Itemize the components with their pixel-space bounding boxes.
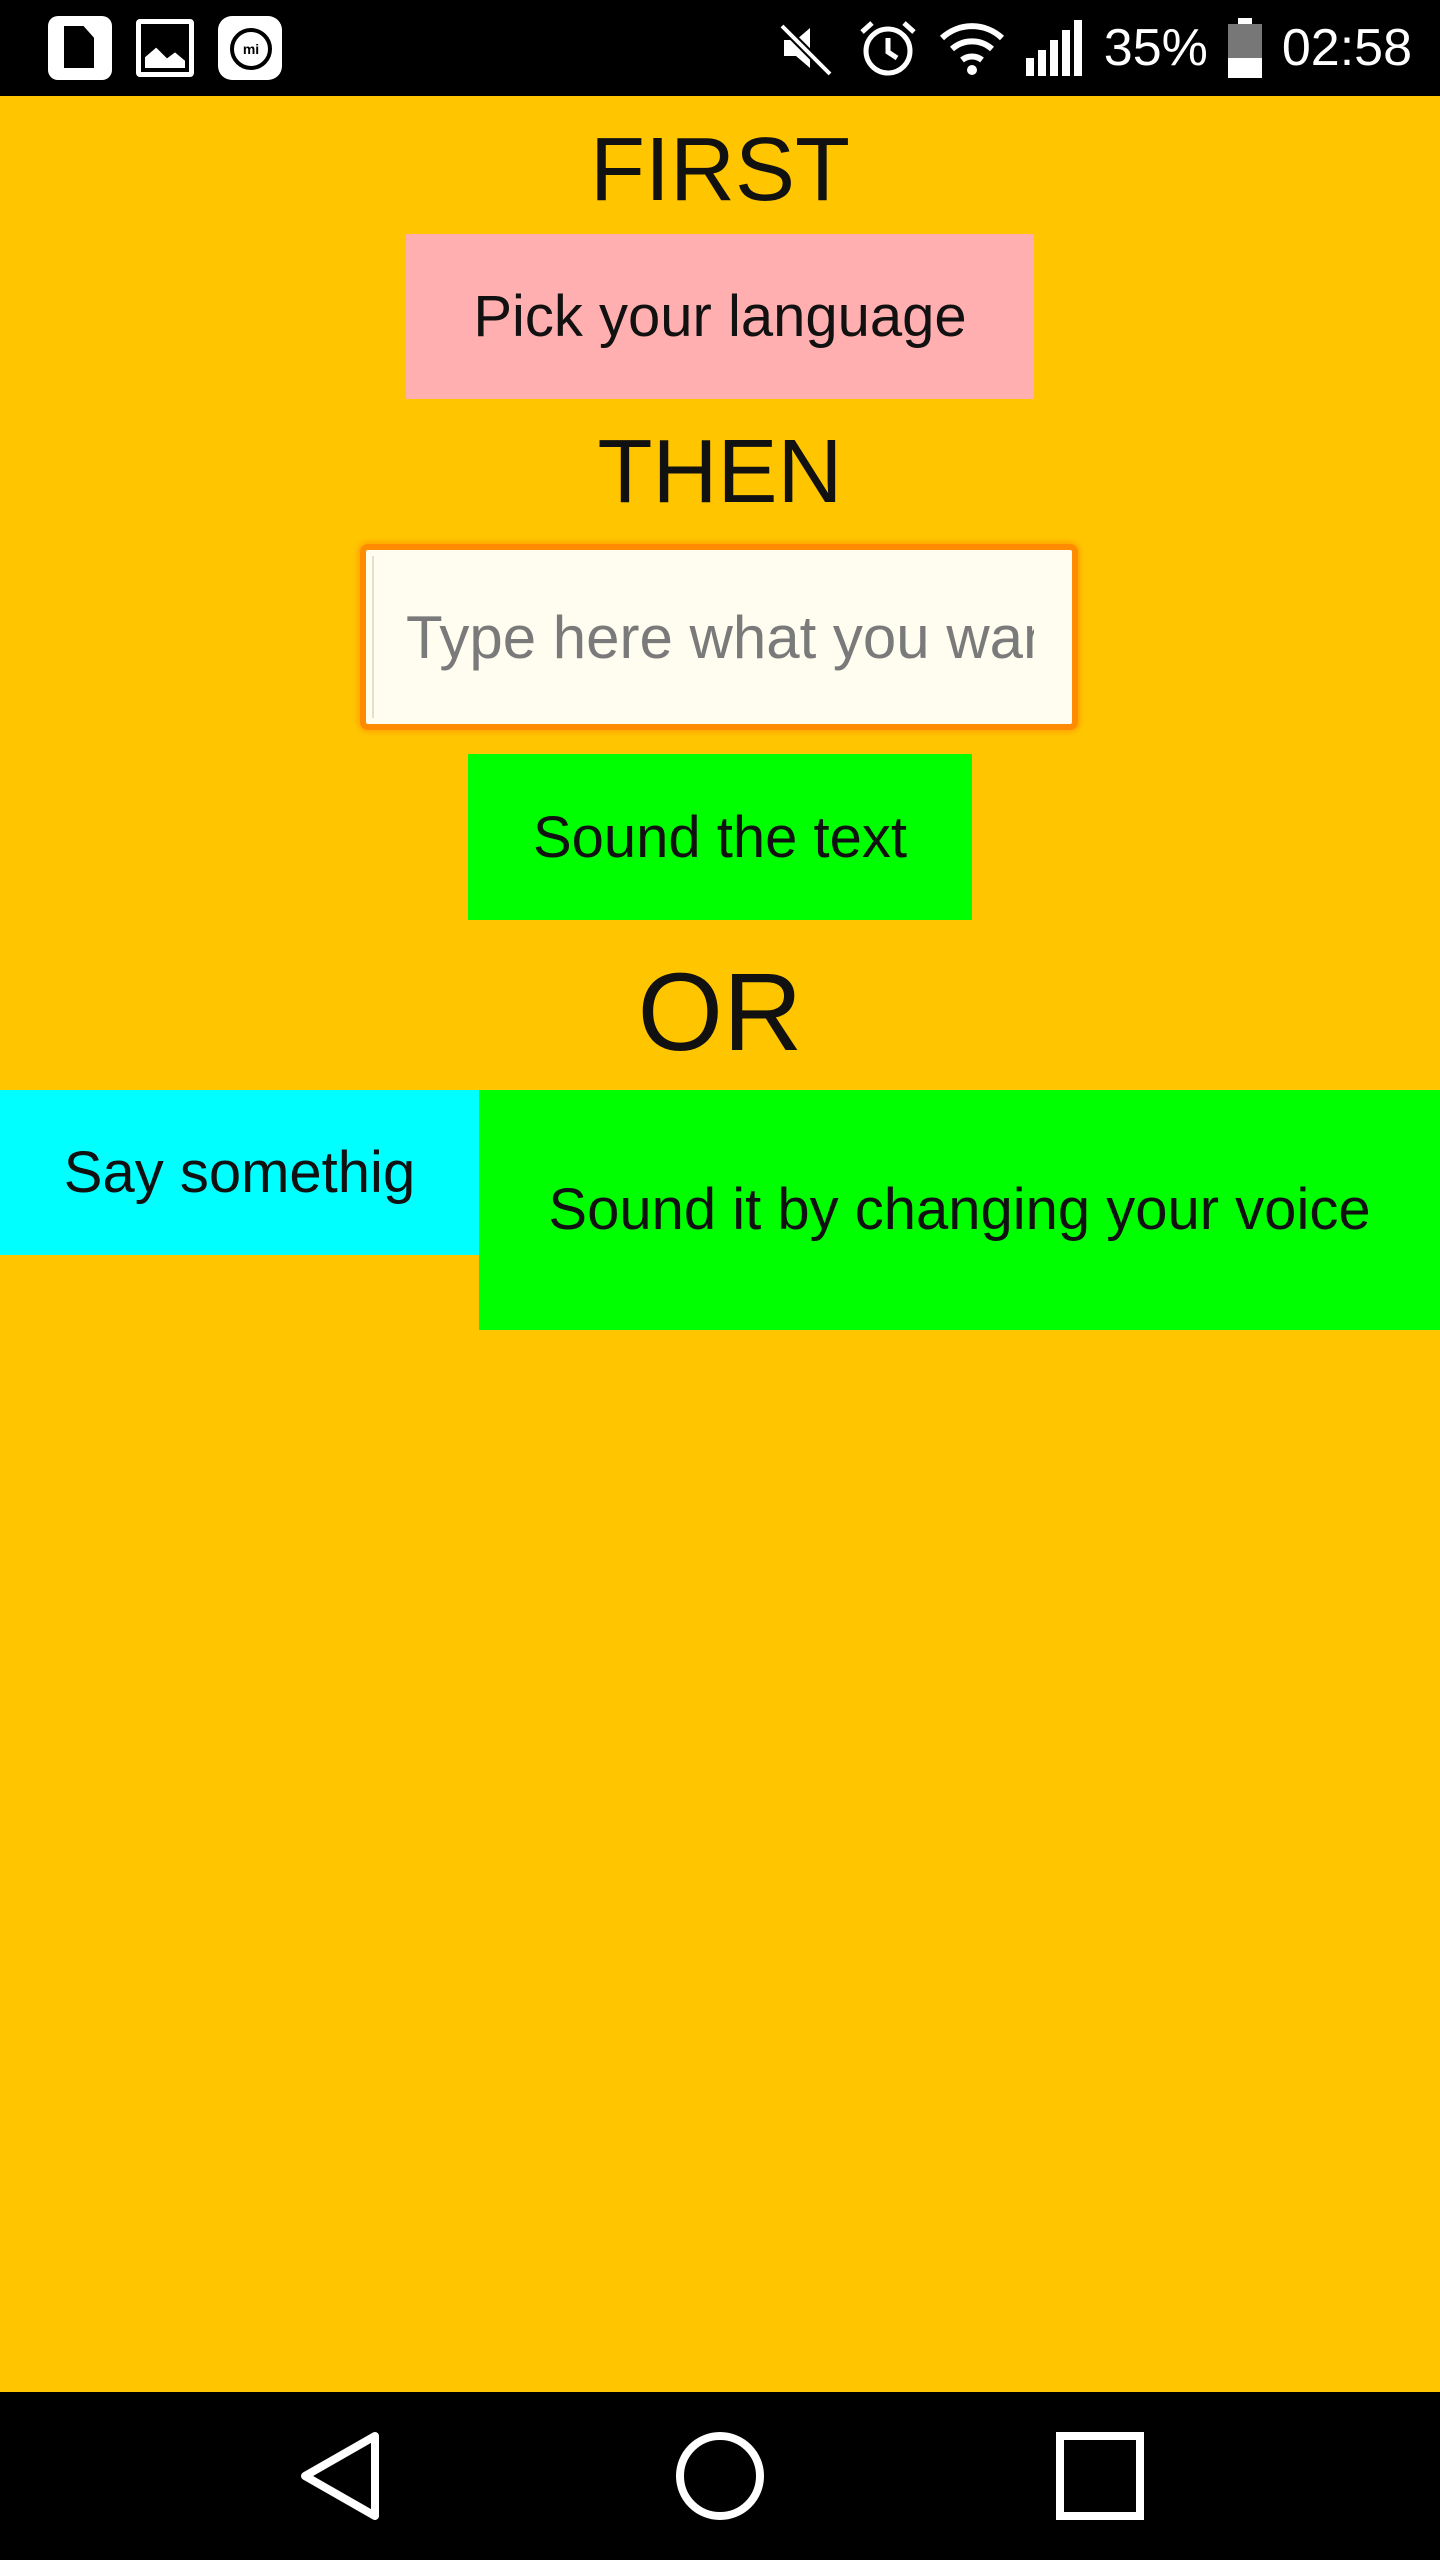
mute-icon: [778, 23, 833, 77]
say-something-button[interactable]: Say somethig: [0, 1090, 479, 1255]
gallery-icon: [136, 19, 194, 77]
recents-icon: [1056, 2432, 1144, 2520]
clock: 02:58: [1281, 19, 1412, 77]
then-label: THEN: [597, 422, 843, 522]
home-icon: [676, 2432, 764, 2520]
text-input[interactable]: [372, 556, 1066, 718]
navigation-bar: [0, 2392, 1440, 2560]
or-label: OR: [637, 951, 803, 1074]
first-label: FIRST: [590, 120, 850, 220]
pick-language-button[interactable]: Pick your language: [406, 234, 1034, 399]
sound-text-button[interactable]: Sound the text: [468, 754, 972, 920]
text-input-container: [360, 544, 1078, 730]
battery-percent: 35%: [1103, 19, 1208, 77]
signal-icon: [1025, 20, 1082, 76]
home-button[interactable]: [620, 2392, 820, 2560]
wifi-icon: [939, 23, 1004, 75]
alarm-icon: [860, 21, 916, 76]
back-icon: [301, 2432, 379, 2520]
back-button[interactable]: [240, 2392, 440, 2560]
sim-icon: [48, 16, 112, 80]
recents-button[interactable]: [1000, 2392, 1200, 2560]
mi-icon: [218, 16, 282, 80]
battery-icon: [1227, 18, 1262, 78]
status-bar: 35% 02:58: [0, 0, 1440, 96]
change-voice-button[interactable]: Sound it by changing your voice: [479, 1090, 1440, 1330]
